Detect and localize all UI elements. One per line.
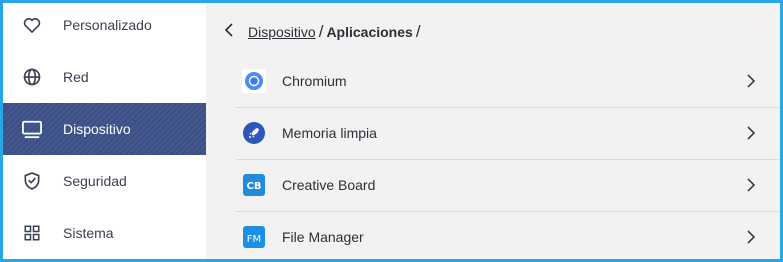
chevron-right-icon xyxy=(741,71,761,91)
sidebar-item-label: Dispositivo xyxy=(63,121,131,137)
sidebar-item-seguridad[interactable]: Seguridad xyxy=(3,155,206,207)
breadcrumb: Dispositivo / Aplicaciones / xyxy=(224,22,424,42)
app-row-memoria-limpia[interactable]: Memoria limpia xyxy=(236,107,779,160)
sidebar-item-label: Seguridad xyxy=(63,173,127,189)
breadcrumb-separator: / xyxy=(318,22,324,41)
globe-icon xyxy=(21,66,43,88)
rocket-icon xyxy=(242,121,266,145)
app-label: Chromium xyxy=(282,73,347,89)
breadcrumb-parent-link[interactable]: Dispositivo xyxy=(248,24,316,40)
creative-board-icon: CB xyxy=(242,173,266,197)
app-label: Creative Board xyxy=(282,177,376,193)
sidebar-item-label: Personalizado xyxy=(63,17,152,33)
grid-icon xyxy=(21,222,43,244)
sidebar-item-personalizado[interactable]: Personalizado xyxy=(3,3,206,51)
svg-text:FM: FM xyxy=(247,234,261,245)
chromium-icon xyxy=(242,69,266,93)
svg-text:CB: CB xyxy=(247,181,262,192)
app-label: File Manager xyxy=(282,229,364,245)
monitor-icon xyxy=(21,118,43,140)
heart-icon xyxy=(21,14,43,36)
breadcrumb-current: Aplicaciones xyxy=(326,24,413,40)
sidebar: Personalizado Red Dispositivo Seguridad xyxy=(3,3,206,259)
chevron-right-icon xyxy=(741,227,761,247)
sidebar-item-sistema[interactable]: Sistema xyxy=(3,207,206,259)
chevron-right-icon xyxy=(741,123,761,143)
sidebar-item-dispositivo[interactable]: Dispositivo xyxy=(3,103,206,155)
chevron-right-icon xyxy=(741,175,761,195)
main-panel: Dispositivo / Aplicaciones / Chromium Me… xyxy=(206,3,780,259)
sidebar-item-label: Red xyxy=(63,69,89,85)
sidebar-item-red[interactable]: Red xyxy=(3,51,206,103)
settings-window: Personalizado Red Dispositivo Seguridad xyxy=(0,0,783,262)
shield-check-icon xyxy=(21,170,43,192)
app-row-creative-board[interactable]: CB Creative Board xyxy=(236,159,779,212)
breadcrumb-trailing-separator: / xyxy=(415,22,421,41)
app-label: Memoria limpia xyxy=(282,125,377,141)
file-manager-icon: FM xyxy=(242,225,266,249)
chevron-left-icon[interactable] xyxy=(224,22,234,42)
app-row-file-manager[interactable]: FM File Manager xyxy=(236,211,779,259)
sidebar-item-label: Sistema xyxy=(63,225,114,241)
app-row-chromium[interactable]: Chromium xyxy=(236,55,779,108)
